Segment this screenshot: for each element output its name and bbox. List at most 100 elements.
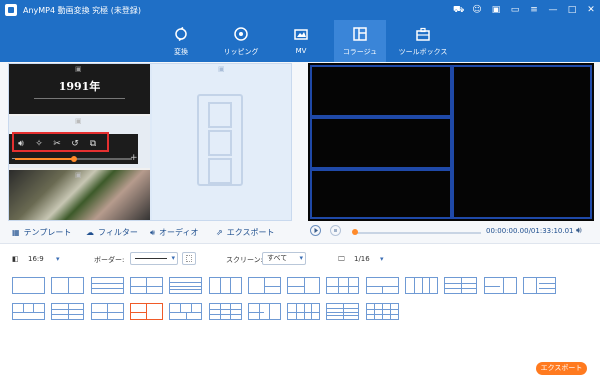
divider-line	[34, 98, 125, 99]
template-thumb[interactable]	[129, 277, 163, 294]
close-icon[interactable]: ✕	[586, 5, 596, 15]
template-thumb[interactable]	[326, 277, 360, 294]
menu-icon[interactable]: ≡	[529, 5, 539, 15]
volume-plus[interactable]: +	[130, 153, 138, 163]
film-icon: ▣	[218, 65, 225, 73]
convert-icon	[175, 27, 187, 41]
rotate-icon[interactable]: ↺	[69, 138, 81, 150]
minimize-icon[interactable]: —	[548, 5, 558, 15]
template-thumb[interactable]	[169, 277, 203, 294]
template-thumb[interactable]	[247, 277, 281, 294]
template-thumb[interactable]	[51, 277, 85, 294]
mv-icon	[294, 29, 308, 40]
aspect-ratio-value[interactable]: 16:9	[28, 255, 44, 263]
tab-export[interactable]: ⇗ エクスポート	[216, 227, 274, 241]
template-thumb[interactable]	[129, 303, 163, 320]
video-clip-1-text: 1991年	[58, 80, 101, 93]
template-divider	[374, 304, 376, 319]
template-divider	[264, 285, 280, 287]
collage-cell-empty[interactable]: ▣	[152, 64, 291, 220]
tab-template[interactable]: ▦ テンプレート	[12, 227, 71, 241]
film-icon: ▣	[75, 117, 82, 125]
preview-volume-icon[interactable]: 🔊︎	[576, 226, 582, 236]
cut-icon[interactable]: ✂	[51, 138, 63, 150]
template-thumb[interactable]	[483, 277, 517, 294]
template-thumb[interactable]	[90, 277, 124, 294]
template-thumb[interactable]	[12, 277, 45, 294]
template-thumb[interactable]	[326, 303, 360, 320]
template-thumb[interactable]	[169, 303, 203, 320]
playback-time: 00:00:00.00/01:33:10.01	[486, 227, 574, 235]
template-thumb[interactable]	[287, 303, 321, 320]
template-thumb[interactable]	[365, 303, 399, 320]
tab-ripper[interactable]: リッピング	[215, 20, 267, 62]
template-thumb[interactable]	[208, 277, 242, 294]
template-divider	[67, 278, 69, 293]
template-divider	[190, 304, 192, 312]
copy-icon[interactable]: ⧉	[87, 138, 99, 150]
video-clip-1[interactable]: ▣ 1991年	[9, 64, 150, 114]
playback-knob[interactable]	[352, 229, 358, 235]
effect-icon[interactable]: ✧	[33, 138, 45, 150]
template-divider	[382, 285, 384, 293]
screen-label: スクリーン:	[226, 256, 264, 264]
maximize-icon[interactable]: □	[567, 5, 577, 15]
template-divider	[539, 282, 555, 284]
volume-icon[interactable]: 🔊︎	[15, 138, 27, 150]
tab-toolbox[interactable]: ツールボックス	[394, 20, 452, 62]
template-thumb[interactable]	[208, 303, 242, 320]
template-divider	[91, 287, 123, 289]
template-divider	[130, 311, 147, 313]
volume-slider-knob[interactable]	[70, 156, 77, 162]
border-style-select[interactable]: ▾	[130, 252, 178, 265]
app-logo-icon	[5, 4, 17, 16]
play-button[interactable]	[310, 225, 321, 236]
template-divider	[185, 311, 187, 319]
template-divider	[327, 285, 359, 287]
template-thumb[interactable]	[12, 303, 45, 320]
template-divider	[180, 304, 182, 312]
collage-cell-left[interactable]: ▣ 1991年 ▣ 🔊︎ ✧ ✂ ↺ ⧉ − + ▣	[9, 64, 150, 220]
template-divider	[229, 278, 231, 293]
template-divider	[209, 313, 241, 315]
tab-collage[interactable]: コラージュ	[334, 20, 386, 62]
template-divider	[33, 304, 35, 312]
template-thumb[interactable]	[51, 303, 85, 320]
chevron-down-icon: ▾	[171, 254, 175, 262]
template-thumb[interactable]	[90, 303, 124, 320]
user-icon[interactable]: ☺	[472, 5, 482, 15]
stop-button[interactable]	[330, 225, 341, 236]
export-button[interactable]: エクスポート	[536, 362, 587, 375]
audio-icon: 🔊︎	[150, 228, 156, 237]
template-thumb[interactable]	[405, 277, 438, 294]
play-icon	[314, 228, 318, 233]
template-thumb[interactable]	[444, 277, 478, 294]
template-thumb[interactable]	[365, 277, 399, 294]
template-divider	[429, 278, 431, 293]
feedback-icon[interactable]: ▭	[510, 5, 520, 15]
window-controls: ⛟ ☺ ▣ ▭ ≡ — □ ✕	[453, 0, 596, 20]
template-thumb[interactable]	[522, 277, 556, 294]
aspect-ratio-dropdown-icon[interactable]: ▾	[56, 255, 60, 263]
template-divider	[421, 278, 423, 293]
tab-filter[interactable]: ☁ フィルター	[86, 227, 138, 241]
tab-audio[interactable]: 🔊︎ オーディオ	[150, 227, 199, 241]
gift-icon[interactable]: ▣	[491, 5, 501, 15]
screen-select[interactable]: すべて ▾	[262, 252, 306, 265]
cart-icon[interactable]: ⛟	[453, 5, 464, 15]
tab-audio-label: オーディオ	[159, 228, 199, 237]
template-divider	[91, 282, 123, 284]
template-divider	[539, 287, 555, 289]
tab-convert[interactable]: 変換	[155, 20, 207, 62]
template-thumb[interactable]	[287, 277, 321, 294]
page-dropdown-icon[interactable]: ▾	[380, 255, 384, 263]
template-divider	[536, 278, 538, 293]
tab-mv[interactable]: MV	[275, 20, 327, 62]
playback-bar: 00:00:00.00/01:33:10.01 🔊︎	[308, 223, 594, 241]
template-divider	[503, 278, 505, 293]
playback-progress[interactable]	[353, 232, 481, 234]
video-clip-3[interactable]: ▣	[9, 170, 150, 220]
template-divider	[229, 304, 231, 319]
template-thumb[interactable]	[247, 303, 281, 320]
border-color-button[interactable]	[182, 252, 196, 265]
